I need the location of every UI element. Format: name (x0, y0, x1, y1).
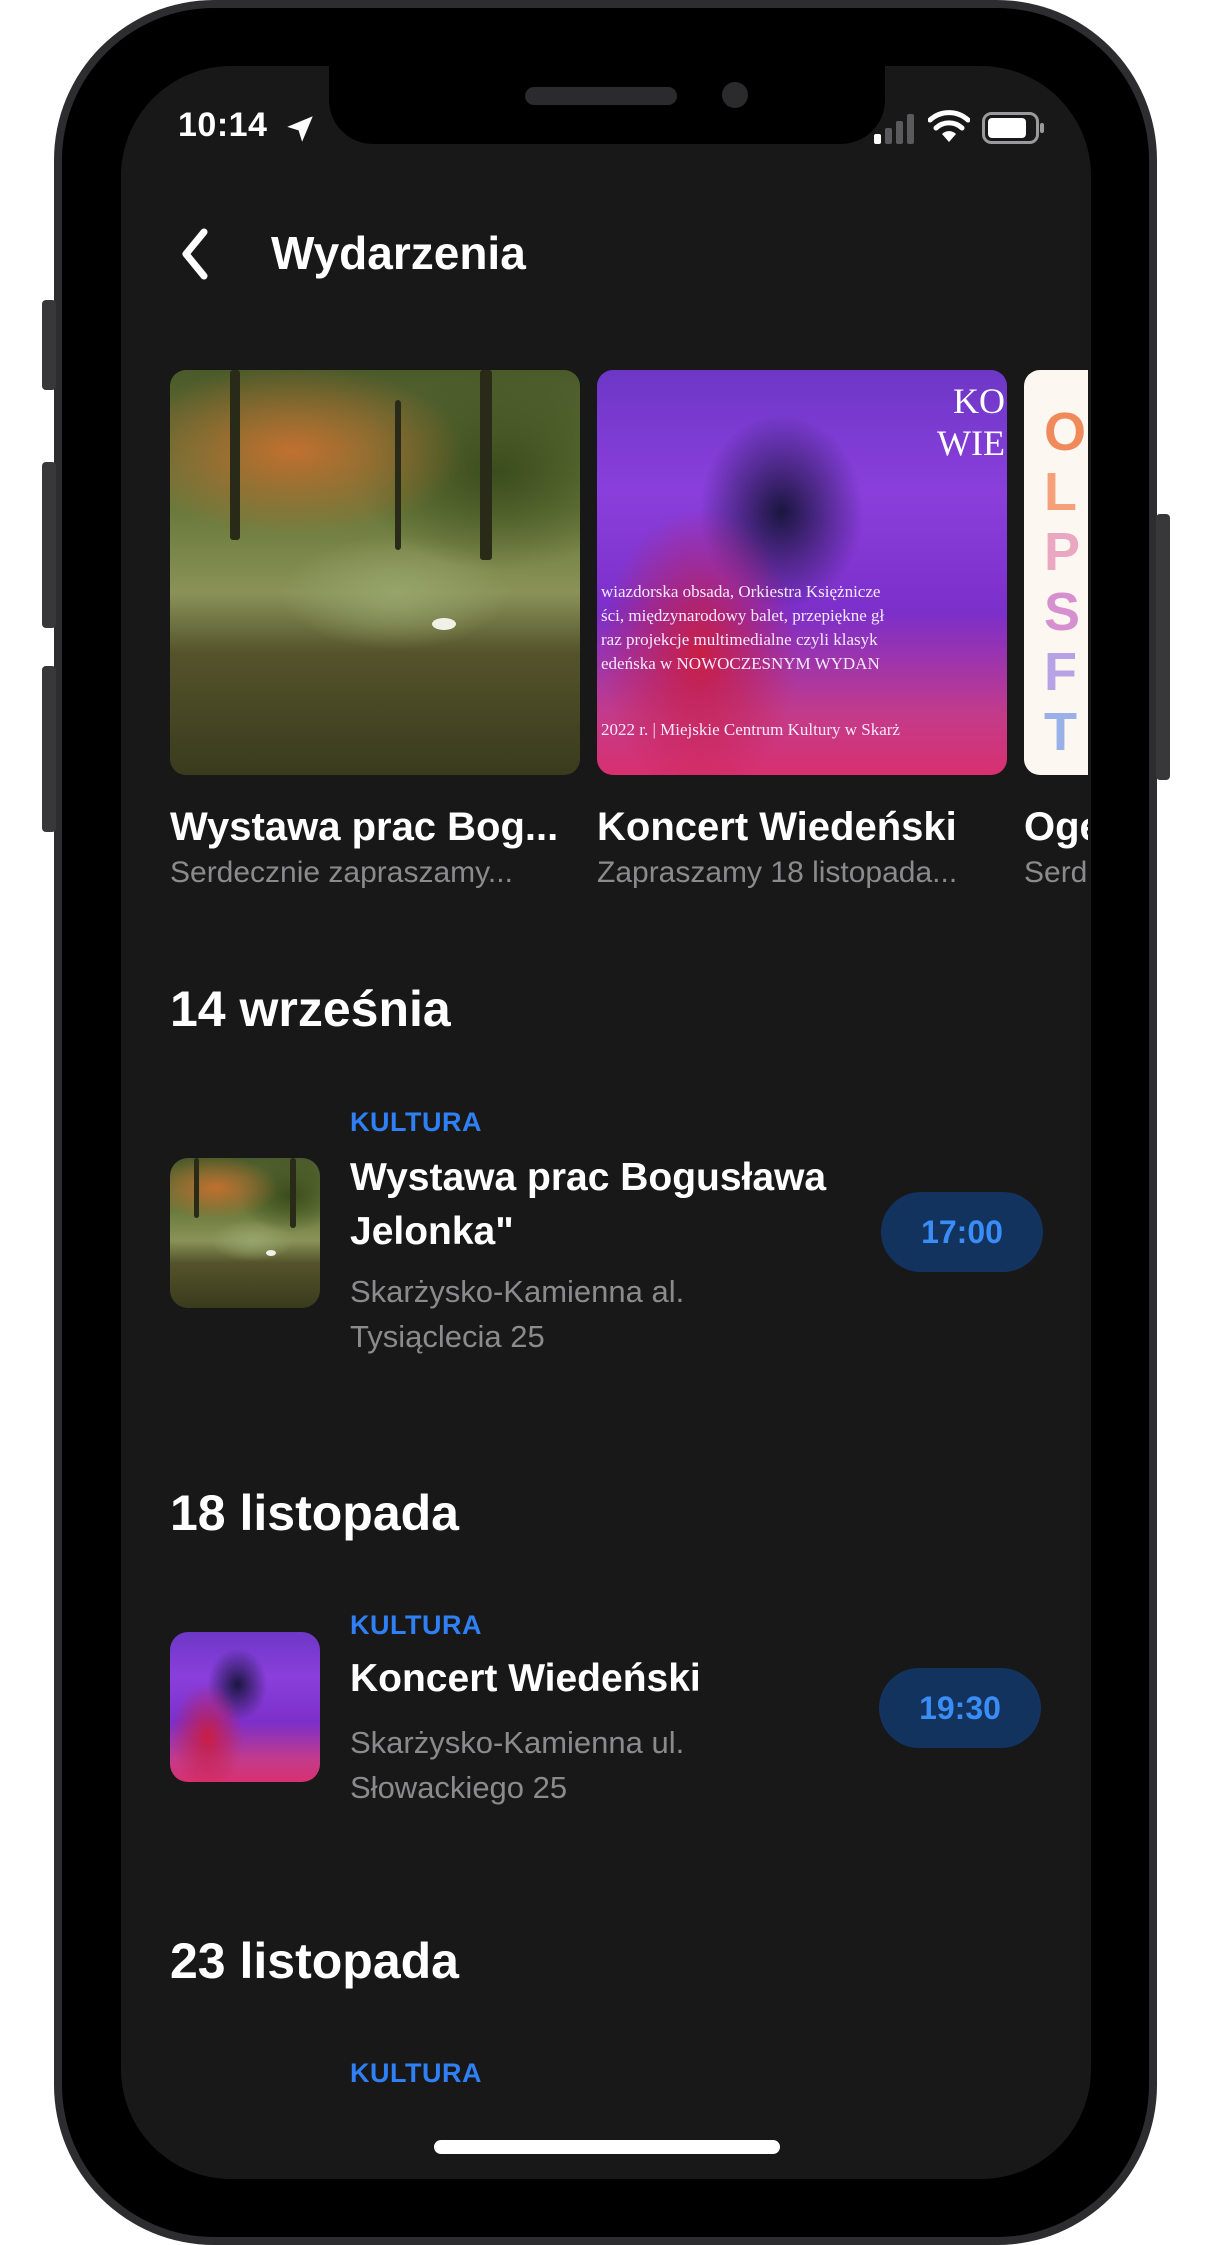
volume-down-button (42, 666, 56, 832)
volume-up-button (42, 462, 56, 628)
event-address: Skarżysko-Kamienna ul. Słowackiego 25 (350, 1725, 685, 1805)
carousel-card[interactable]: O L P S F T Oge Serd (1024, 370, 1088, 890)
card-title: Wystawa prac Bog... (170, 805, 559, 849)
home-indicator[interactable] (434, 2140, 780, 2154)
image-text: raz projekcje multimedialne czyli klasyk (601, 630, 878, 649)
carousel-card[interactable]: KO WIE wiazdorska obsada, Orkiestra Księ… (597, 370, 1007, 890)
event-category: KULTURA (350, 2058, 482, 2088)
notch (329, 66, 885, 144)
image-text: wiazdorska obsada, Orkiestra Księżnicze (601, 582, 881, 601)
speaker (525, 87, 677, 105)
event-thumbnail (170, 1158, 320, 1308)
card-subtitle: Serd (1024, 856, 1088, 889)
card-title: Koncert Wiedeński (597, 805, 957, 849)
card-subtitle: Zapraszamy 18 listopada... (597, 856, 958, 889)
carousel-card[interactable]: Wystawa prac Bog... Serdecznie zapraszam… (170, 370, 580, 890)
event-address: Skarżysko-Kamienna al. Tysiąclecia 25 (350, 1274, 685, 1354)
event-thumbnail (170, 1632, 320, 1782)
event-category: KULTURA (350, 1610, 482, 1640)
card-title: Oge (1024, 805, 1088, 849)
cellular-signal-icon (874, 114, 914, 144)
status-time: 10:14 (178, 106, 268, 144)
wifi-icon (928, 110, 970, 142)
event-title: Koncert Wiedeński (350, 1657, 701, 1700)
section-date: 14 września (170, 981, 451, 1037)
front-camera (722, 82, 748, 108)
section-date: 18 listopada (170, 1485, 459, 1541)
card-image (170, 370, 580, 775)
page-title: Wydarzenia (271, 227, 526, 279)
card-image: KO WIE wiazdorska obsada, Orkiestra Księ… (597, 370, 1007, 775)
mute-switch (42, 300, 56, 390)
battery-icon (982, 112, 1044, 144)
event-title: Wystawa prac Bogusława Jelonka" (350, 1156, 827, 1253)
image-text: KO (953, 381, 1005, 421)
image-text: 2022 r. | Miejskie Centrum Kultury w Ska… (601, 720, 900, 739)
card-subtitle: Serdecznie zapraszamy... (170, 856, 513, 889)
power-button (1156, 514, 1170, 780)
location-arrow-icon (287, 116, 313, 142)
section-date: 23 listopada (170, 1933, 459, 1989)
event-time-badge: 19:30 (879, 1668, 1041, 1748)
back-button[interactable] (170, 222, 226, 286)
event-time-badge: 17:00 (881, 1192, 1043, 1272)
image-text: ści, międzynarodowy balet, przepiękne gł (601, 606, 885, 625)
image-text: WIE (937, 423, 1005, 463)
card-image: O L P S F T (1024, 370, 1088, 775)
event-category: KULTURA (350, 1107, 482, 1137)
image-text: edeńska w NOWOCZESNYM WYDAN (601, 654, 880, 673)
